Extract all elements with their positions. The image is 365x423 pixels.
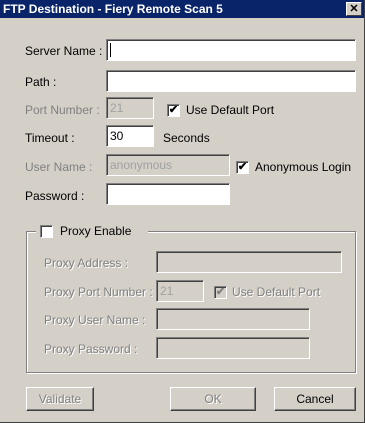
proxy-use-default-port-label[interactable]: Use Default Port xyxy=(232,285,320,299)
proxy-address-input[interactable] xyxy=(156,251,342,273)
path-label: Path : xyxy=(25,75,57,89)
validate-button[interactable]: Validate xyxy=(26,387,94,411)
title-bar[interactable]: FTP Destination - Fiery Remote Scan 5 ✕ xyxy=(0,0,364,18)
port-number-label: Port Number : xyxy=(25,103,100,117)
anonymous-login-checkbox[interactable]: ✔ xyxy=(236,161,249,174)
proxy-port-input[interactable]: 21 xyxy=(156,280,204,302)
proxy-user-name-label: Proxy User Name : xyxy=(44,313,146,327)
user-name-input[interactable]: anonymous xyxy=(106,154,230,176)
proxy-password-label: Proxy Password : xyxy=(44,342,138,356)
use-default-port-checkbox[interactable]: ✔ xyxy=(167,104,180,117)
port-number-input[interactable]: 21 xyxy=(106,97,154,119)
window-title: FTP Destination - Fiery Remote Scan 5 xyxy=(3,2,223,16)
close-icon[interactable]: ✕ xyxy=(346,2,362,16)
path-input[interactable] xyxy=(106,70,356,92)
proxy-group-legend: Proxy Enable xyxy=(36,223,148,239)
server-name-label: Server Name : xyxy=(25,44,103,58)
use-default-port-label[interactable]: Use Default Port xyxy=(186,103,274,117)
cancel-button[interactable]: Cancel xyxy=(274,387,356,411)
user-name-label: User Name : xyxy=(25,160,93,174)
proxy-port-label: Proxy Port Number : xyxy=(44,285,153,299)
ftp-destination-dialog: FTP Destination - Fiery Remote Scan 5 ✕ … xyxy=(0,0,365,423)
timeout-input[interactable]: 30 xyxy=(106,125,154,147)
proxy-password-input[interactable] xyxy=(156,337,310,359)
proxy-enable-checkbox[interactable] xyxy=(40,225,53,238)
proxy-use-default-port-checkbox[interactable]: ✔ xyxy=(214,286,227,299)
timeout-unit-label: Seconds xyxy=(163,131,210,145)
text-caret xyxy=(110,42,111,57)
timeout-label: Timeout : xyxy=(25,131,75,145)
proxy-address-label: Proxy Address : xyxy=(44,256,129,270)
proxy-user-name-input[interactable] xyxy=(156,308,310,330)
password-label: Password : xyxy=(25,189,85,203)
proxy-enable-label[interactable]: Proxy Enable xyxy=(60,224,131,238)
password-input[interactable] xyxy=(106,183,230,205)
anonymous-login-label[interactable]: Anonymous Login xyxy=(255,160,351,174)
ok-button[interactable]: OK xyxy=(170,387,256,411)
server-name-input[interactable] xyxy=(106,39,356,61)
